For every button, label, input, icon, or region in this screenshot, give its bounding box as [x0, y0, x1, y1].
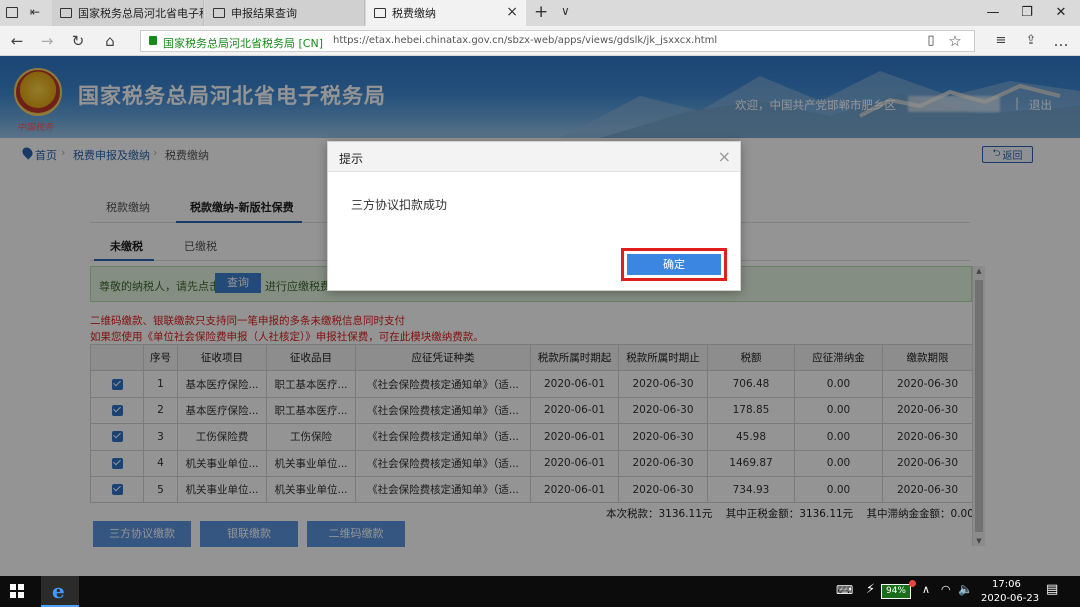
dialog-header: 提示 × — [328, 142, 740, 172]
refresh-icon[interactable]: ↻ — [67, 30, 89, 52]
notification-icon[interactable]: ▤ — [1046, 582, 1058, 597]
browser-tab-etax-home[interactable]: 国家税务总局河北省电子税... — [52, 0, 204, 26]
volume-icon[interactable]: 🔈 — [958, 582, 973, 596]
favorites-list-icon[interactable]: ≡ — [990, 30, 1012, 52]
tab-label: 税费缴纳 — [392, 7, 436, 20]
browser-tab-tax-payment[interactable]: 税费缴纳 × — [366, 0, 526, 26]
modal-overlay — [0, 56, 1080, 576]
battery-alert-dot — [909, 580, 916, 587]
reading-view-icon[interactable]: ▯ — [920, 30, 942, 52]
lock-icon — [149, 36, 157, 45]
wifi-icon[interactable]: ◠ — [941, 583, 951, 596]
close-tab-icon[interactable]: × — [506, 4, 518, 20]
dialog-message: 三方协议扣款成功 — [351, 198, 448, 212]
url-field[interactable]: 国家税务总局河北省税务局 [CN] https://etax.hebei.chi… — [140, 30, 975, 52]
tab-back-icon[interactable]: ⇤ — [30, 5, 40, 19]
page-icon — [374, 8, 386, 18]
home-icon[interactable]: ⌂ — [99, 30, 121, 52]
address-bar-row: ← → ↻ ⌂ 国家税务总局河北省税务局 [CN] https://etax.h… — [0, 26, 1080, 56]
tab-actions-icon[interactable] — [6, 7, 18, 18]
keyboard-icon[interactable]: ⌨ — [836, 583, 853, 597]
clock-date[interactable]: 2020-06-23 — [981, 593, 1039, 604]
tab-label: 国家税务总局河北省电子税... — [78, 7, 203, 20]
close-window-icon[interactable]: ✕ — [1044, 0, 1078, 26]
battery-indicator[interactable]: 94% — [881, 584, 911, 599]
confirm-button[interactable]: 确定 — [627, 254, 721, 275]
notice-dialog: 提示 × 三方协议扣款成功 确定 — [327, 141, 741, 291]
clock-time[interactable]: 17:06 — [992, 579, 1021, 590]
windows-start-icon[interactable] — [10, 584, 24, 598]
chevron-down-icon[interactable]: ∨ — [561, 4, 570, 18]
favorite-star-icon[interactable]: ☆ — [944, 30, 966, 52]
share-icon[interactable]: ⇪ — [1020, 30, 1042, 52]
chevron-up-icon[interactable]: ∧ — [922, 583, 930, 596]
dialog-title: 提示 — [339, 152, 364, 166]
power-plug-icon[interactable]: ⚡ — [866, 582, 875, 597]
site-identity: 国家税务总局河北省税务局 [CN] — [163, 37, 323, 50]
page-icon — [60, 8, 72, 18]
back-arrow-icon[interactable]: ← — [6, 30, 28, 52]
new-tab-icon[interactable]: + — [534, 2, 548, 22]
minimize-icon[interactable]: — — [976, 0, 1010, 26]
restore-icon[interactable]: ❐ — [1010, 0, 1044, 26]
tab-label: 申报结果查询 — [231, 7, 297, 20]
browser-tab-strip: ⇤ 国家税务总局河北省电子税... 申报结果查询 税费缴纳 × + ∨ — ❐ … — [0, 0, 1080, 26]
edge-taskbar-button[interactable]: e — [41, 576, 79, 607]
forward-arrow-icon[interactable]: → — [36, 30, 58, 52]
close-icon[interactable]: × — [718, 147, 731, 166]
page-icon — [213, 8, 225, 18]
more-icon[interactable]: … — [1050, 30, 1072, 52]
taskbar: e ⌨ ⚡ ∧ ◠ 🔈 ▤ — [0, 576, 1080, 607]
highlight-frame: 确定 — [621, 248, 727, 281]
edge-icon: e — [52, 579, 65, 603]
browser-tab-declare-result[interactable]: 申报结果查询 — [205, 0, 365, 26]
url-text: https://etax.hebei.chinatax.gov.cn/sbzx-… — [333, 35, 718, 46]
